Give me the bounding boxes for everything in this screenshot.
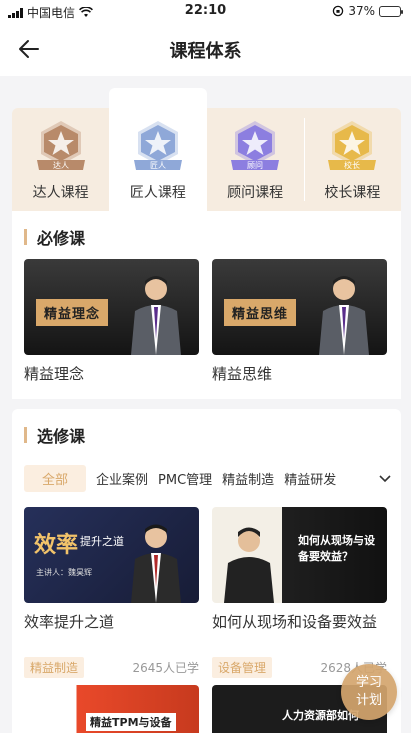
required-section: 必修课 精益理念 精益理念 精益思维 精益思维 xyxy=(12,211,401,399)
presenter-figure xyxy=(224,527,274,603)
course-title: 精益思维 xyxy=(212,365,273,383)
fab-line-2: 计划 xyxy=(355,693,382,708)
fab-line-1: 学习 xyxy=(355,675,382,690)
nav-bar: 课程体系 xyxy=(0,22,411,76)
course-thumbnail: 效率 提升之道 主讲人：魏昊辉 xyxy=(24,507,199,603)
badge-text: 顾问 xyxy=(247,161,263,170)
orientation-lock-icon xyxy=(333,5,344,17)
level-badge-icon: 顾问 xyxy=(231,121,280,170)
badge-text: 达人 xyxy=(53,160,69,170)
chevron-down-icon[interactable] xyxy=(376,469,394,487)
course-card[interactable]: 如何从现场与设备要效益？ 如何从现场和设备要效益 xyxy=(212,507,387,632)
thumbnail-title: 精益TPM与设备 xyxy=(86,713,176,731)
category-cases[interactable]: 企业案例 xyxy=(96,469,148,488)
presenter-figure xyxy=(131,276,181,355)
course-meta: 精益制造 2645人已学 xyxy=(24,657,199,678)
course-title: 如何从现场和设备要效益 xyxy=(212,613,378,631)
presenter-figure xyxy=(319,276,369,355)
status-bar: 中国电信 22:10 37% xyxy=(0,0,411,22)
category-all[interactable]: 全部 xyxy=(24,464,87,492)
thumbnail-title: 效率 xyxy=(34,533,79,558)
level-tab-label: 匠人课程 xyxy=(129,185,186,201)
level-badge-icon: 匠人 xyxy=(133,121,182,170)
course-card[interactable]: 精益理念 精益理念 xyxy=(24,259,199,384)
course-thumbnail: 如何从现场与设备要效益？ xyxy=(212,507,387,603)
category-pmc[interactable]: PMC管理 xyxy=(158,469,212,488)
course-tag: 设备管理 xyxy=(212,657,273,678)
course-title: 精益理念 xyxy=(24,365,85,383)
level-tab[interactable]: 顾问 顾问课程 xyxy=(207,108,304,211)
thumbnail-speaker: 主讲人：魏昊辉 xyxy=(36,568,92,577)
battery-icon xyxy=(379,5,403,17)
category-filter: 全部 企业案例 PMC管理 精益制造 精益研发 xyxy=(24,464,394,492)
section-title: 选修课 xyxy=(37,427,86,446)
study-plan-button[interactable]: 学习 计划 xyxy=(341,664,397,720)
level-tab-label: 达人课程 xyxy=(32,185,89,201)
level-tab[interactable]: 匠人 匠人课程 xyxy=(109,88,207,211)
badge-text: 校长 xyxy=(344,160,360,170)
thumbnail-title: 如何从现场与设备要效益？ xyxy=(298,534,375,563)
level-tab[interactable]: 校长 校长课程 xyxy=(303,108,401,211)
battery-percent: 37% xyxy=(348,4,375,18)
badge-text: 匠人 xyxy=(150,161,166,170)
course-card[interactable]: 精益思维 精益思维 xyxy=(212,259,387,384)
level-tab[interactable]: 达人 达人课程 xyxy=(12,108,109,211)
section-accent-bar xyxy=(24,229,27,245)
section-title: 必修课 xyxy=(37,229,86,248)
thumbnail-subtitle: 提升之道 xyxy=(80,535,124,548)
category-manufacturing[interactable]: 精益制造 xyxy=(222,469,274,488)
course-title: 效率提升之道 xyxy=(24,613,115,631)
course-tag: 精益制造 xyxy=(24,657,85,678)
level-tabs: 达人 达人课程 匠人 匠人课程 顾问 顾问课程 校长 校长课程 xyxy=(12,88,401,211)
presenter-figure xyxy=(131,524,181,603)
course-thumbnail[interactable]: 精益TPM与设备 xyxy=(24,685,199,733)
level-tab-label: 校长课程 xyxy=(324,185,381,201)
section-accent-bar xyxy=(24,427,27,443)
thumbnail-title: 精益思维 xyxy=(224,299,297,326)
level-badge-icon: 达人 xyxy=(36,121,85,170)
level-tab-label: 顾问课程 xyxy=(227,185,284,201)
course-thumbnail: 精益思维 xyxy=(212,259,387,355)
course-thumbnail: 精益理念 xyxy=(24,259,199,355)
category-rnd[interactable]: 精益研发 xyxy=(284,469,336,488)
thumbnail-title: 精益理念 xyxy=(36,299,109,326)
learner-count: 2645人已学 xyxy=(132,661,199,675)
page-title: 课程体系 xyxy=(169,41,242,62)
course-card[interactable]: 效率 提升之道 主讲人：魏昊辉 效率提升之道 xyxy=(24,507,199,632)
level-badge-icon: 校长 xyxy=(328,121,377,170)
